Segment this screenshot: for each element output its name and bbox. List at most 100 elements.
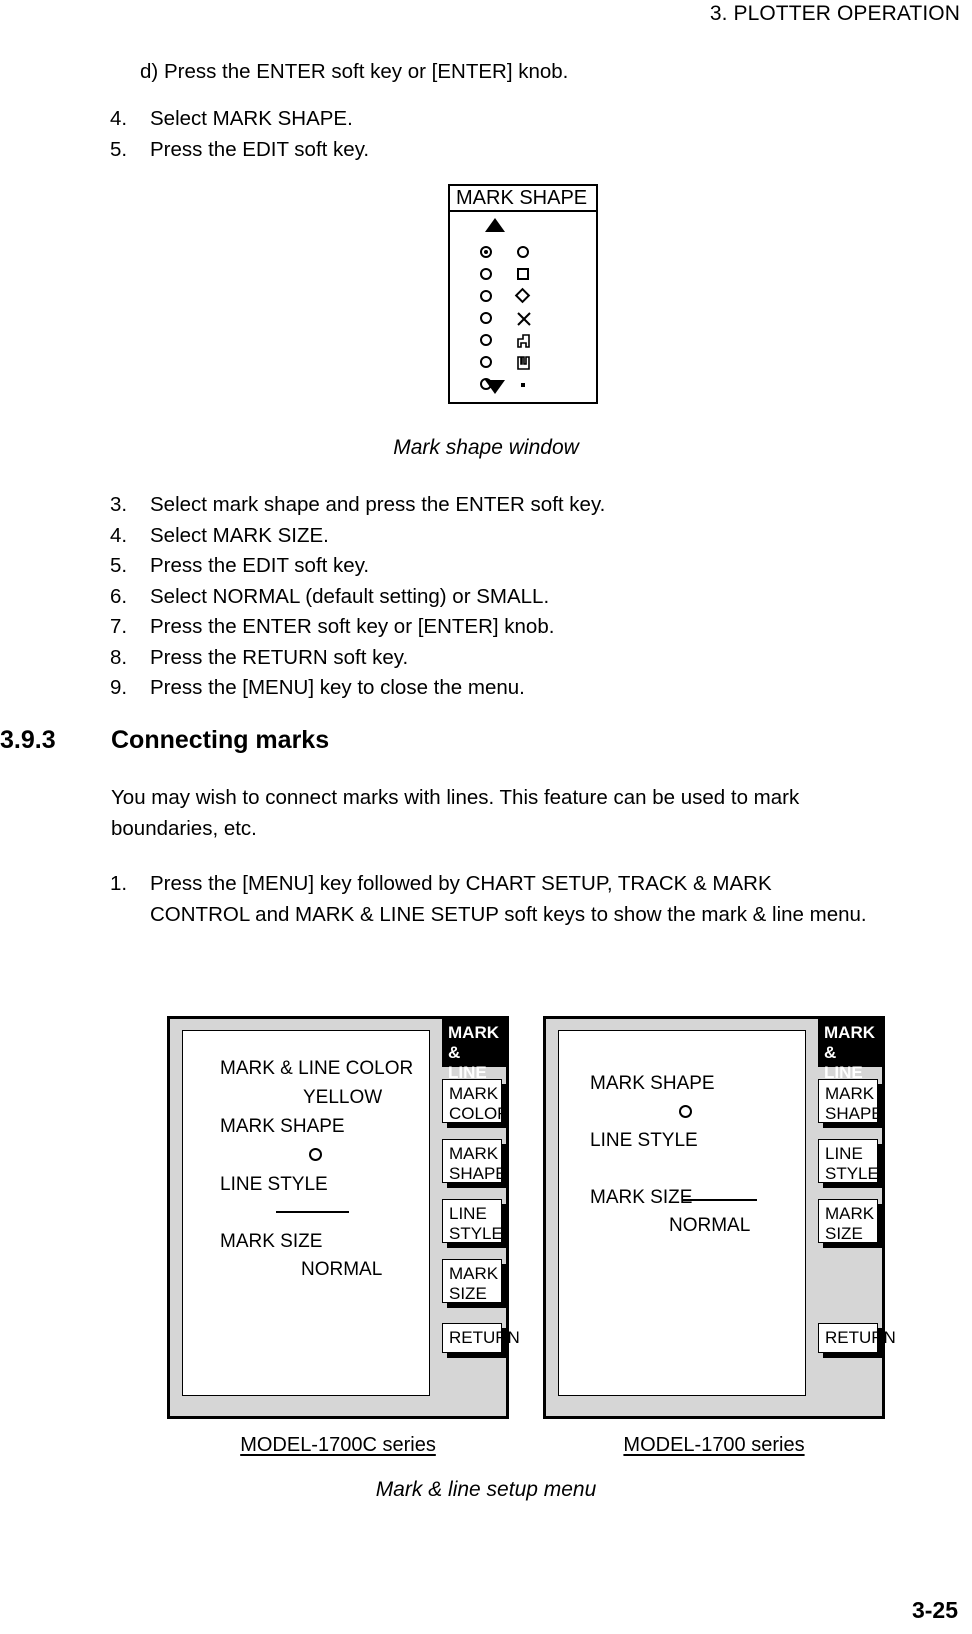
mark-shape-option-row[interactable] <box>480 352 570 372</box>
list-item: 4. Select MARK SHAPE. <box>110 104 810 135</box>
step-number: 8. <box>110 645 128 669</box>
radio-button[interactable] <box>480 334 492 346</box>
list-item: 9. Press the [MENU] key to close the men… <box>110 673 870 704</box>
step-number: 3. <box>110 493 128 516</box>
shape-cross-icon <box>514 308 536 328</box>
mark-shape-option-row[interactable] <box>480 242 570 262</box>
radio-button[interactable] <box>480 356 492 368</box>
shape-square-outline-icon <box>514 264 536 284</box>
steps-middle-list: 3. Select mark shape and press the ENTER… <box>110 490 870 704</box>
menu-item-value-mark-size: NORMAL <box>669 1215 751 1236</box>
mark-shape-window-title: MARK SHAPE <box>450 186 596 212</box>
radio-button[interactable] <box>480 312 492 324</box>
step-number: 4. <box>110 107 128 130</box>
list-item: 1. Press the [MENU] key followed by CHAR… <box>110 869 870 930</box>
section-heading: 3.9.3 Connecting marks <box>0 726 700 760</box>
softkey-mark-size[interactable]: MARK SIZE <box>442 1259 502 1303</box>
model-caption-1700: MODEL-1700 series <box>623 1434 805 1456</box>
list-item: 4. Select MARK SIZE. <box>110 521 870 552</box>
menu-content-panel-1700c: MARK & LINE COLOR YELLOW MARK SHAPE LINE… <box>182 1030 430 1396</box>
shape-flag-down-icon <box>514 352 536 372</box>
mark-shape-window-body <box>450 212 596 402</box>
list-item: 8. Press the RETURN soft key. <box>110 643 870 674</box>
softkey-column-1700: MARK & LINE MARK SHAPE LINE STYLE MARK S… <box>818 1019 896 1416</box>
step-text: Press the RETURN soft key. <box>150 645 409 669</box>
step-number: 1. <box>110 872 128 895</box>
menu-screen-1700: MARK SHAPE LINE STYLE MARK SIZE NORMAL M… <box>543 1016 896 1419</box>
menu-item-label-mark-size[interactable]: MARK SIZE <box>590 1187 692 1209</box>
menu-item-value-mark-size: NORMAL <box>301 1259 383 1280</box>
mark-shape-option-row[interactable] <box>480 264 570 284</box>
menu-item-value-mark-shape-circle-icon <box>309 1148 322 1161</box>
softkey-column-1700c: MARK & LINE MARK COLOR MARK SHAPE LINE S… <box>442 1019 520 1416</box>
steps-top-list: 4. Select MARK SHAPE. 5. Press the EDIT … <box>110 104 810 165</box>
step-text: Press the [MENU] key followed by CHART S… <box>150 872 867 926</box>
model-caption-1700c: MODEL-1700C series <box>240 1434 436 1456</box>
menu-item-label-mark-line-color[interactable]: MARK & LINE COLOR <box>220 1058 413 1080</box>
mark-shape-window: MARK SHAPE <box>448 184 598 404</box>
softkey-mark-shape[interactable]: MARK SHAPE <box>818 1079 883 1123</box>
step-number: 5. <box>110 137 128 161</box>
softkey-mark-shape[interactable]: MARK SHAPE <box>442 1139 507 1183</box>
radio-button-selected[interactable] <box>480 246 492 258</box>
mark-shape-option-row[interactable] <box>480 308 570 328</box>
running-header: 3. PLOTTER OPERATION <box>709 2 960 25</box>
step-text: Select mark shape and press the ENTER so… <box>150 493 606 516</box>
menu-item-label-mark-shape[interactable]: MARK SHAPE <box>220 1116 345 1138</box>
step-text: Press the EDIT soft key. <box>150 554 370 577</box>
mark-shape-option-row[interactable] <box>480 286 570 306</box>
shape-circle-outline-icon <box>514 242 536 262</box>
step-text: Select NORMAL (default setting) or SMALL… <box>150 584 550 608</box>
shape-diamond-outline-icon <box>514 286 536 306</box>
page-number: 3-25 <box>911 1597 958 1623</box>
menu-item-value-line-style-solid-icon <box>683 1199 757 1201</box>
triangle-down-icon[interactable] <box>485 380 505 394</box>
step-text: Select MARK SHAPE. <box>150 107 353 130</box>
softkey-mark-size[interactable]: MARK SIZE <box>818 1199 878 1243</box>
menu-item-label-line-style[interactable]: LINE STYLE <box>220 1174 328 1196</box>
step-text: Press the ENTER soft key or [ENTER] knob… <box>150 615 555 638</box>
step-number: 5. <box>110 554 128 577</box>
list-item: 5. Press the EDIT soft key. <box>110 135 810 166</box>
list-item: 5. Press the EDIT soft key. <box>110 551 870 582</box>
softkey-line-style[interactable]: LINE STYLE <box>818 1139 879 1183</box>
softkey-return[interactable]: RETURN <box>442 1323 520 1353</box>
menu-screen-1700c: MARK & LINE COLOR YELLOW MARK SHAPE LINE… <box>167 1016 520 1419</box>
softkey-title-mark-and-line: MARK & LINE <box>818 1019 882 1082</box>
step-text: Select MARK SIZE. <box>150 523 329 547</box>
menu-content-panel-1700: MARK SHAPE LINE STYLE MARK SIZE NORMAL <box>558 1030 806 1396</box>
step-number: 7. <box>110 615 128 638</box>
radio-button[interactable] <box>480 268 492 280</box>
list-item: 3. Select mark shape and press the ENTER… <box>110 490 870 521</box>
list-item: 7. Press the ENTER soft key or [ENTER] k… <box>110 612 870 643</box>
steps-bottom-list: 1. Press the [MENU] key followed by CHAR… <box>110 869 870 930</box>
step-number: 9. <box>110 676 128 699</box>
softkey-return[interactable]: RETURN <box>818 1323 896 1353</box>
radio-button[interactable] <box>480 290 492 302</box>
step-text: Press the [MENU] key to close the menu. <box>150 676 525 699</box>
mark-shape-option-row[interactable] <box>480 330 570 350</box>
step-text: Press the EDIT soft key. <box>150 137 370 161</box>
section-number: 3.9.3 <box>0 726 56 754</box>
figure-caption-mark-shape-window: Mark shape window <box>393 436 579 459</box>
shape-dot-icon <box>514 374 536 394</box>
section-title: Connecting marks <box>111 726 330 754</box>
menu-item-label-line-style[interactable]: LINE STYLE <box>590 1130 698 1152</box>
menu-item-label-mark-size[interactable]: MARK SIZE <box>220 1231 322 1253</box>
section-paragraph: You may wish to connect marks with lines… <box>111 786 800 840</box>
menu-item-value-mark-shape-circle-icon <box>679 1105 692 1118</box>
step-number: 4. <box>110 523 128 547</box>
triangle-up-icon[interactable] <box>485 218 505 232</box>
menu-item-value-line-style-solid-icon <box>276 1211 349 1213</box>
softkey-title-mark-and-line: MARK & LINE <box>442 1019 506 1082</box>
softkey-line-style[interactable]: LINE STYLE <box>442 1199 503 1243</box>
sub-step-text: Press the ENTER soft key or [ENTER] knob… <box>163 60 569 83</box>
step-number: 6. <box>110 584 128 608</box>
softkey-mark-color[interactable]: MARK COLOR <box>442 1079 509 1123</box>
sub-step-d: d) Press the ENTER soft key or [ENTER] k… <box>140 60 568 84</box>
list-item: 6. Select NORMAL (default setting) or SM… <box>110 582 870 613</box>
shape-flag-up-icon <box>514 330 536 350</box>
figure-caption-mark-line-setup-menu: Mark & line setup menu <box>375 1478 597 1501</box>
sub-step-marker: d) <box>140 60 159 83</box>
menu-item-label-mark-shape[interactable]: MARK SHAPE <box>590 1073 715 1095</box>
